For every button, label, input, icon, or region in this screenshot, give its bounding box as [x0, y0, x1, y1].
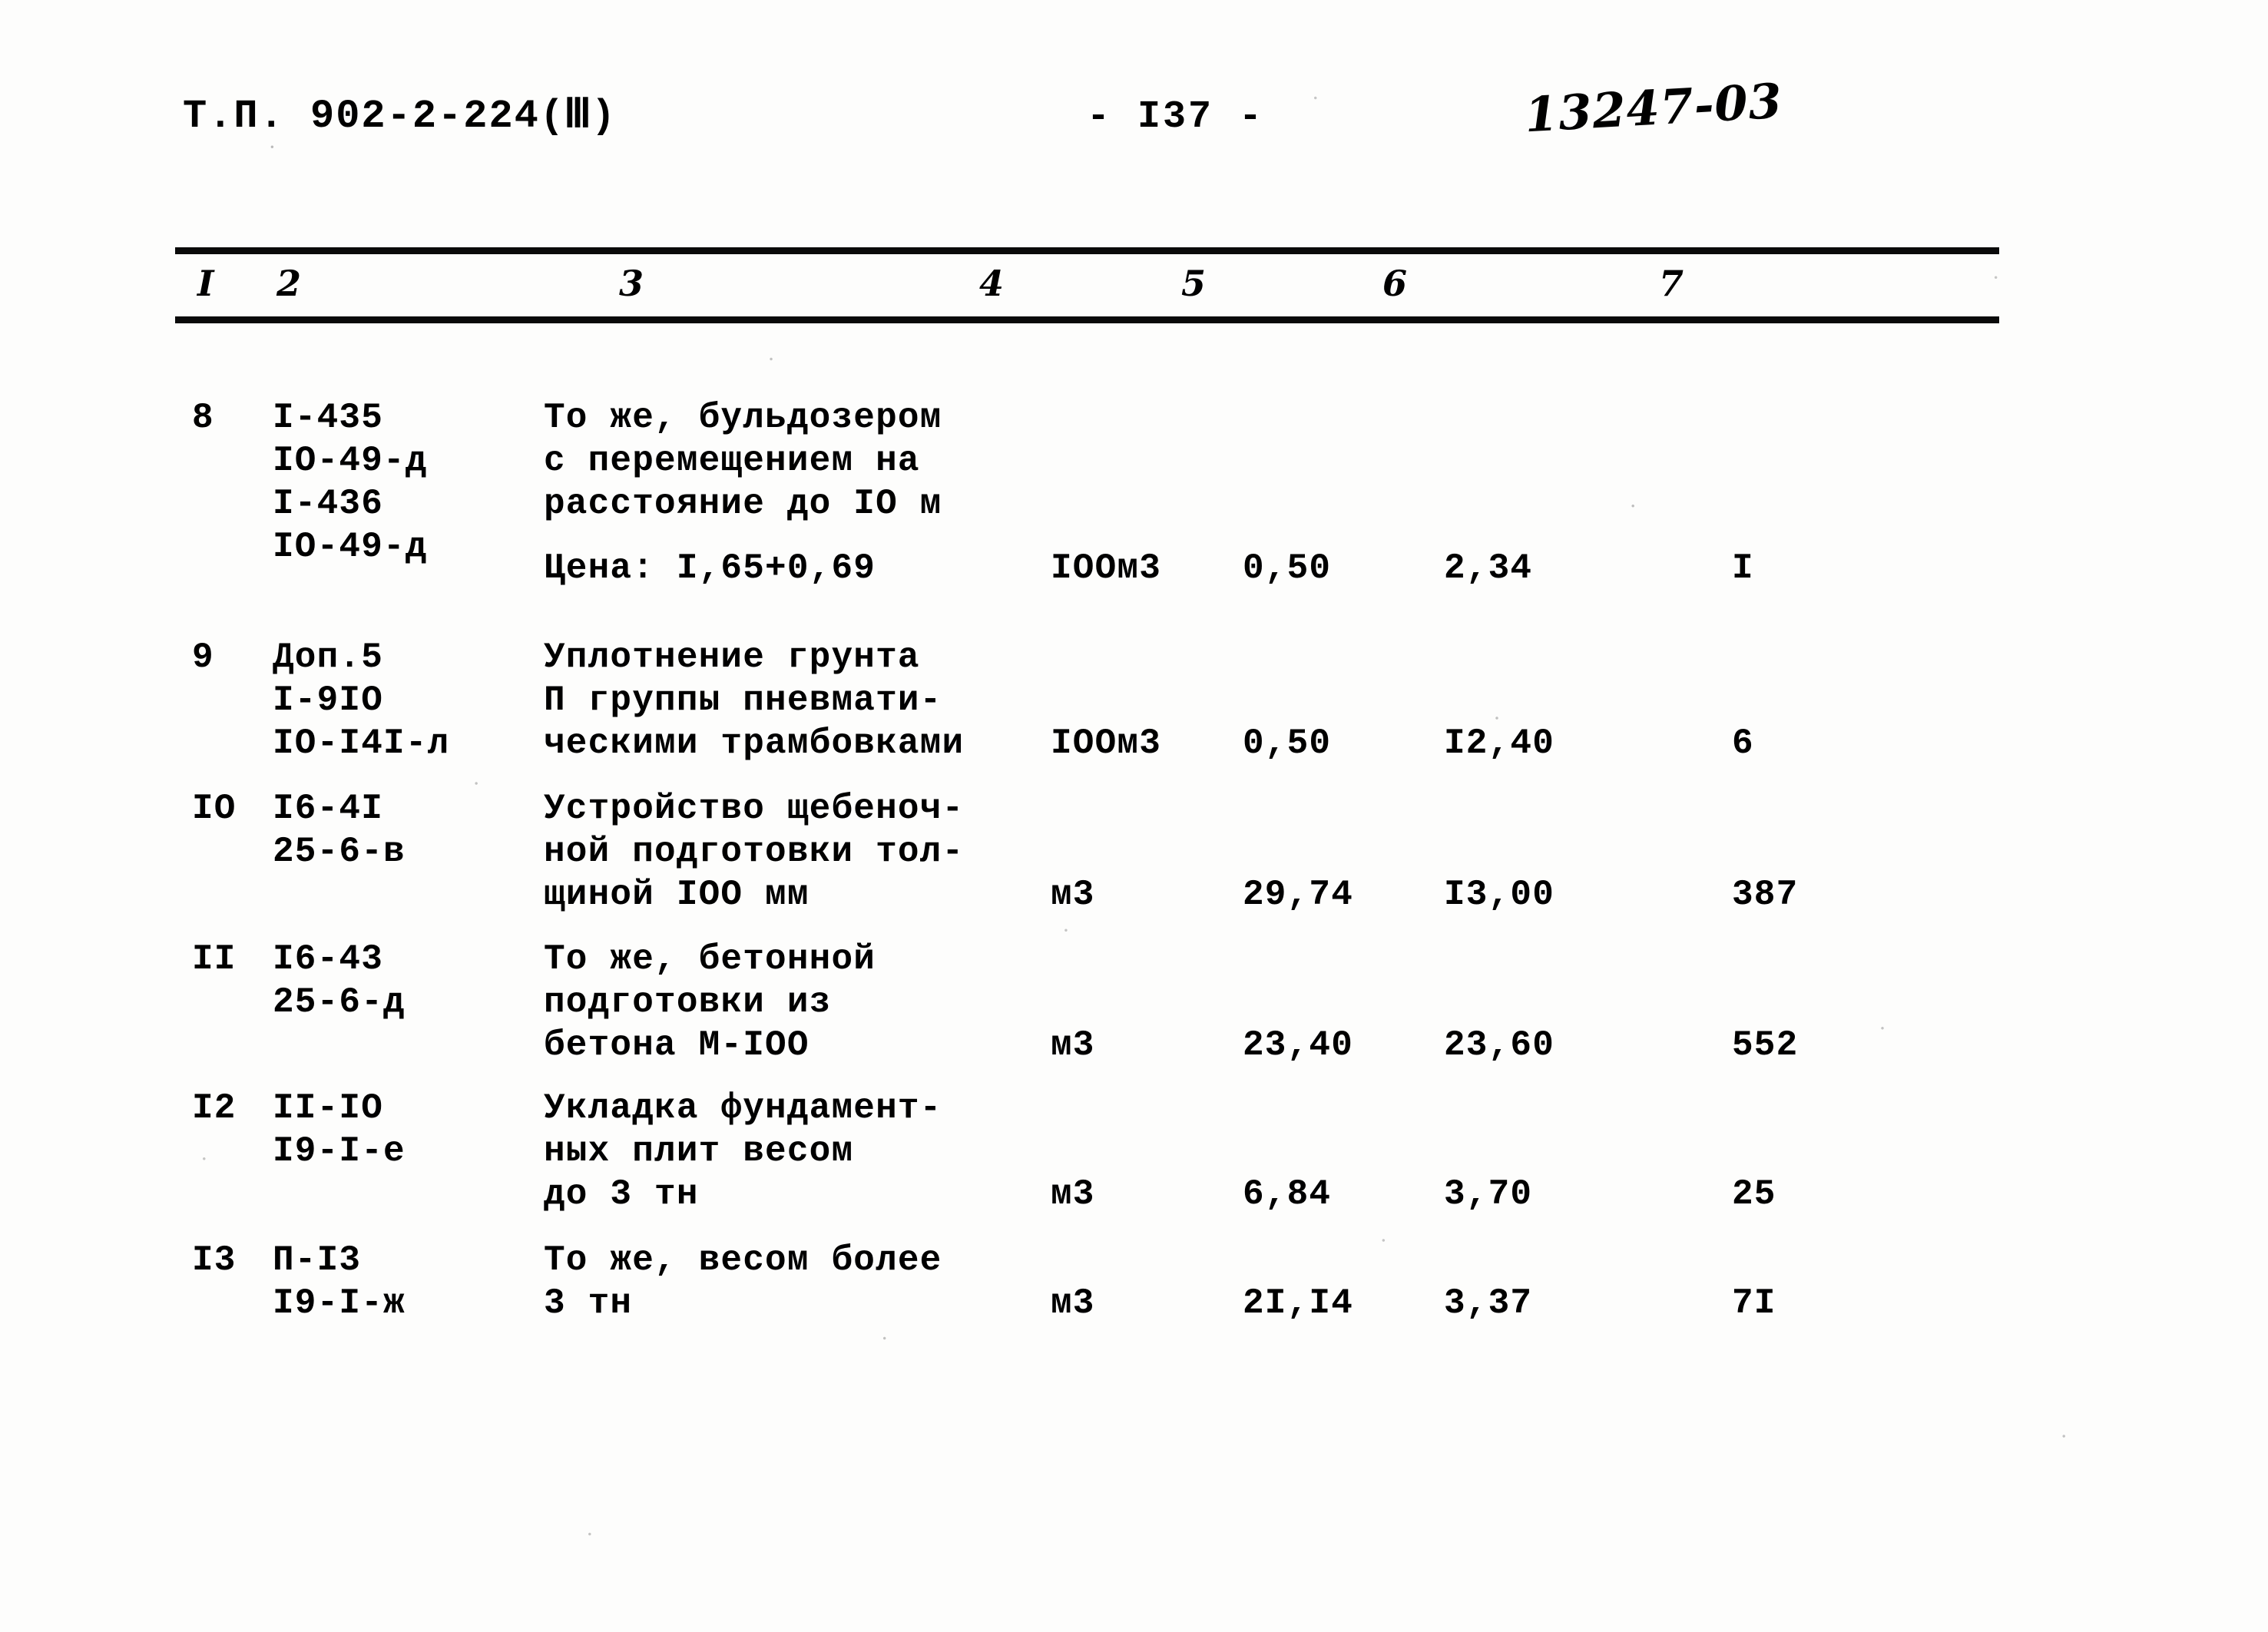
row-description: Укладка фундамент- ных плит весом до 3 т…: [544, 1088, 942, 1214]
row-value-5: 2I,I4: [1243, 1283, 1354, 1323]
row-unit: IOOм3: [1051, 548, 1162, 588]
row-unit: м3: [1051, 1283, 1095, 1323]
row-value-7: I: [1732, 548, 1754, 588]
row-value-5: 0,50: [1243, 548, 1332, 588]
row-codes: I-435 IO-49-д I-436 IO-49-д: [273, 398, 428, 567]
row-number: 9: [192, 637, 214, 677]
row-value-6: 23,60: [1444, 1025, 1555, 1065]
page-number: - I37 -: [1087, 95, 1265, 139]
table-bottom-rule: [175, 316, 1999, 323]
column-header-1: I: [197, 263, 214, 304]
column-header-3: 3: [619, 263, 644, 304]
row-value-5: 0,50: [1243, 723, 1332, 763]
table-row: 8 I-435 IO-49-д I-436 IO-49-д То же, бул…: [0, 361, 2268, 622]
table-row: II I6-43 25-6-д То же, бетонной подготов…: [0, 922, 2268, 1071]
document-page: Т.П. 902-2-224(Ⅲ) - I37 - 13247-03 I 2 3…: [0, 0, 2268, 1632]
row-unit: м3: [1051, 1025, 1095, 1065]
row-unit: IOOм3: [1051, 723, 1162, 763]
row-number: 8: [192, 398, 214, 438]
row-price-line: Цена: I,65+0,69: [544, 548, 876, 588]
row-number: I2: [192, 1088, 237, 1128]
row-value-7: 6: [1732, 723, 1754, 763]
row-value-7: 25: [1732, 1174, 1776, 1214]
row-description: То же, весом более 3 тн: [544, 1240, 942, 1323]
row-value-5: 6,84: [1243, 1174, 1332, 1214]
row-number: IO: [192, 789, 237, 829]
table-top-rule: [175, 247, 1999, 254]
row-value-5: 23,40: [1243, 1025, 1354, 1065]
document-volume: (Ⅲ): [539, 94, 616, 139]
row-description: Уплотнение грунта П группы пневмати- чес…: [544, 637, 965, 763]
row-value-6: I3,00: [1444, 875, 1555, 915]
row-number: I3: [192, 1240, 237, 1280]
row-value-5: 29,74: [1243, 875, 1354, 915]
row-description: То же, бетонной подготовки из бетона М-I…: [544, 939, 876, 1065]
row-description: Устройство щебеноч- ной подготовки тол- …: [544, 789, 965, 915]
page-header: Т.П. 902-2-224(Ⅲ) - I37 - 13247-03: [0, 73, 2268, 160]
column-header-7: 7: [1659, 263, 1684, 304]
row-description: То же, бульдозером с перемещением на рас…: [544, 398, 942, 524]
column-header-5: 5: [1181, 263, 1207, 304]
row-codes: Доп.5 I-9IO IO-I4I-л: [273, 637, 450, 763]
column-header-6: 6: [1382, 263, 1408, 304]
document-code-text: Т.П. 902-2-224: [183, 94, 540, 139]
table-row: 9 Доп.5 I-9IO IO-I4I-л Уплотнение грунта…: [0, 622, 2268, 772]
archive-code-handwritten: 13247-03: [1523, 72, 1784, 144]
table-row: IO I6-4I 25-6-в Устройство щебеноч- ной …: [0, 772, 2268, 922]
table-row: I3 П-I3 I9-I-ж То же, весом более 3 тн м…: [0, 1222, 2268, 1360]
row-unit: м3: [1051, 1174, 1095, 1214]
row-value-6: I2,40: [1444, 723, 1555, 763]
row-value-6: 2,34: [1444, 548, 1533, 588]
row-codes: П-I3 I9-I-ж: [273, 1240, 406, 1323]
row-value-7: 7I: [1732, 1283, 1776, 1323]
column-header-4: 4: [979, 263, 1005, 304]
row-value-6: 3,70: [1444, 1174, 1533, 1214]
row-unit: м3: [1051, 875, 1095, 915]
table-row: I2 II-IO I9-I-е Укладка фундамент- ных п…: [0, 1071, 2268, 1222]
row-codes: II-IO I9-I-е: [273, 1088, 406, 1171]
table-column-header-row: I 2 3 4 5 6 7: [0, 263, 2268, 315]
row-codes: I6-43 25-6-д: [273, 939, 406, 1022]
document-code: Т.П. 902-2-224(Ⅲ): [183, 91, 615, 139]
row-value-7: 387: [1732, 875, 1799, 915]
table-body: 8 I-435 IO-49-д I-436 IO-49-д То же, бул…: [0, 361, 2268, 1360]
row-number: II: [192, 939, 237, 979]
column-header-2: 2: [276, 263, 302, 304]
row-codes: I6-4I 25-6-в: [273, 789, 406, 872]
row-value-7: 552: [1732, 1025, 1799, 1065]
row-value-6: 3,37: [1444, 1283, 1533, 1323]
